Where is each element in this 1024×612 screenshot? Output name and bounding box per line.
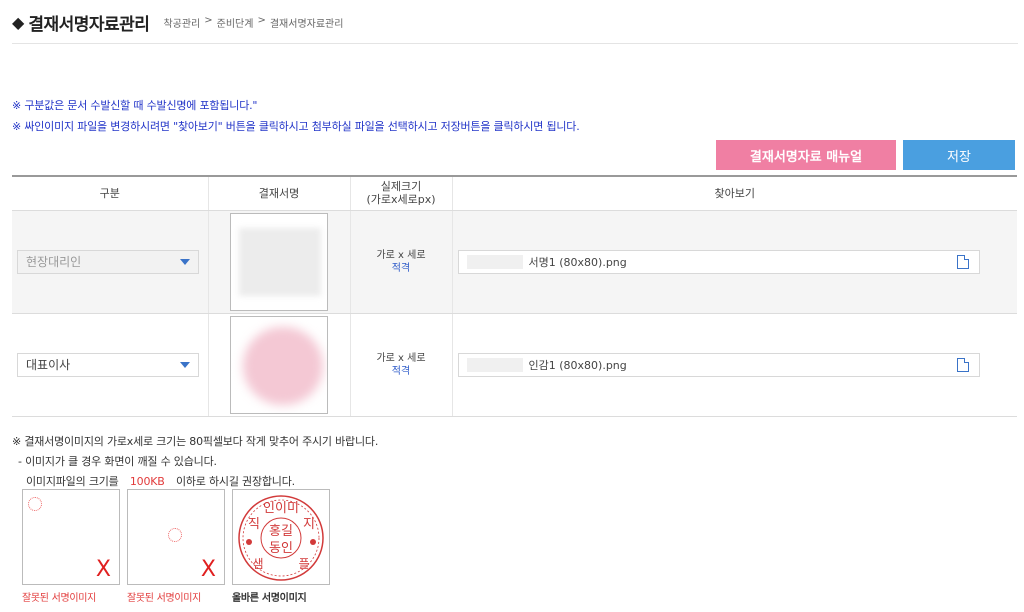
breadcrumb-item[interactable]: 준비단계 [217, 15, 254, 30]
breadcrumb-separator: > [257, 14, 266, 26]
breadcrumb: 착공관리 > 준비단계 > 결재서명자료관리 [163, 15, 343, 30]
seal-text: 직 [248, 517, 260, 532]
header-divider [12, 43, 1018, 44]
type-cell: 대표이사 [12, 313, 208, 417]
small-seal-icon [28, 497, 42, 511]
breadcrumb-item: 결재서명자료관리 [269, 18, 344, 30]
file-path-blank [466, 357, 523, 372]
size-cell: 가로 x 세로 적격 [349, 313, 452, 417]
breadcrumb-separator: > [204, 14, 213, 26]
example-image: X [22, 489, 120, 585]
guide-text: ※ 결재서명이미지의 가로x세로 크기는 80픽셀보다 작게 맞추어 주시기 바… [12, 435, 379, 448]
file-input[interactable]: 인감1 (80x80).png [457, 352, 980, 377]
page-header: ◆ 결재서명자료관리 착공관리 > 준비단계 > 결재서명자료관리 [12, 10, 343, 35]
file-input[interactable]: 서명1 (80x80).png [457, 249, 980, 274]
notice-text: ※ 구분값은 문서 수발신할 때 수발신명에 포함됩니다." [12, 99, 258, 112]
type-select[interactable]: 현장대리인 [17, 249, 199, 274]
file-name: 서명1 (80x80).png [528, 255, 627, 269]
file-name: 인감1 (80x80).png [528, 358, 627, 372]
signature-cell [207, 313, 350, 417]
example-image: X [127, 489, 225, 585]
example-wrong-1: X 잘못된 서명이미지 [22, 489, 120, 604]
type-select-value: 현장대리인 [26, 255, 82, 269]
x-mark-icon: X [95, 557, 111, 582]
type-select-value: 대표이사 [26, 358, 71, 372]
diamond-icon: ◆ [12, 12, 25, 32]
example-caption: 잘못된 서명이미지 [127, 593, 202, 604]
seal-text: 지 [303, 517, 315, 532]
guide-size-limit: 100KB [129, 475, 165, 488]
example-correct: 인이미 직 지 홍길 동인 샘 플 올바른 서명이미지 [232, 489, 330, 604]
column-header-size: 실제크기 (가로x세로px) [349, 175, 452, 211]
size-status: 적격 [391, 262, 411, 274]
signature-cell [207, 210, 350, 314]
blurred-seal [243, 326, 323, 405]
table-row: 대표이사 가로 x 세로 적격 인감1 (80x80).png [12, 313, 1017, 417]
table-header-row: 구분 결재서명 실제크기 (가로x세로px) 찾아보기 [12, 175, 1017, 211]
size-status: 적격 [391, 365, 411, 377]
notice-text: ※ 싸인이미지 파일을 변경하시려면 "찾아보기" 버튼을 클릭하시고 첨부하실… [12, 120, 580, 133]
size-label: 가로 x 세로 [376, 249, 426, 261]
example-wrong-2: X 잘못된 서명이미지 [127, 489, 225, 604]
x-mark-icon: X [200, 557, 216, 582]
example-image: 인이미 직 지 홍길 동인 샘 플 [232, 489, 330, 585]
signature-image [230, 212, 328, 311]
signature-table: 구분 결재서명 실제크기 (가로x세로px) 찾아보기 현장대리인 가로 x 세… [12, 175, 1017, 417]
example-images: X 잘못된 서명이미지 X 잘못된 서명이미지 인이미 직 지 홍길 동인 샘 [22, 489, 330, 604]
file-icon[interactable] [956, 357, 969, 372]
chevron-down-icon [180, 361, 190, 368]
table-row: 현장대리인 가로 x 세로 적격 서명1 (80x80).png [12, 210, 1017, 314]
seal-text: 인이미 [263, 501, 299, 516]
seal-text: 홍길 [269, 524, 293, 539]
seal-icon: 인이미 직 지 홍길 동인 샘 플 [238, 495, 324, 581]
guide-text: 이미지파일의 크기를 100KB 이하로 하시길 권장합니다. [26, 473, 295, 489]
size-label: 가로 x 세로 [376, 352, 426, 364]
file-icon[interactable] [956, 254, 969, 269]
seal-text: 샘 [252, 557, 263, 571]
manual-button[interactable]: 결재서명자료 매뉴얼 [716, 140, 896, 170]
browse-cell: 인감1 (80x80).png [451, 313, 1017, 417]
guide-text: - 이미지가 클 경우 화면이 깨질 수 있습니다. [18, 455, 217, 468]
save-button[interactable]: 저장 [903, 140, 1015, 170]
small-seal-icon [168, 528, 182, 542]
column-header-size-line1: 실제크기 [380, 180, 422, 194]
size-cell: 가로 x 세로 적격 [349, 210, 452, 314]
column-header-size-line2: (가로x세로px) [366, 193, 436, 207]
example-caption: 올바른 서명이미지 [232, 593, 307, 604]
breadcrumb-item[interactable]: 착공관리 [163, 15, 200, 30]
blurred-signature [239, 227, 321, 296]
guide-size-pre: 이미지파일의 크기를 [26, 475, 119, 488]
page-title: 결재서명자료관리 [28, 14, 150, 35]
browse-cell: 서명1 (80x80).png [451, 210, 1017, 314]
guide-size-post: 이하로 하시길 권장합니다. [175, 475, 295, 488]
type-select[interactable]: 대표이사 [17, 352, 199, 377]
column-header-type: 구분 [12, 175, 208, 211]
seal-text: 동인 [269, 541, 293, 556]
seal-text: 플 [298, 557, 309, 571]
type-cell: 현장대리인 [12, 210, 208, 314]
column-header-signature: 결재서명 [207, 175, 350, 211]
example-caption: 잘못된 서명이미지 [22, 593, 97, 604]
file-path-blank [466, 254, 523, 269]
column-header-browse: 찾아보기 [451, 175, 1017, 211]
chevron-down-icon [180, 258, 190, 265]
seal-image [230, 315, 328, 414]
